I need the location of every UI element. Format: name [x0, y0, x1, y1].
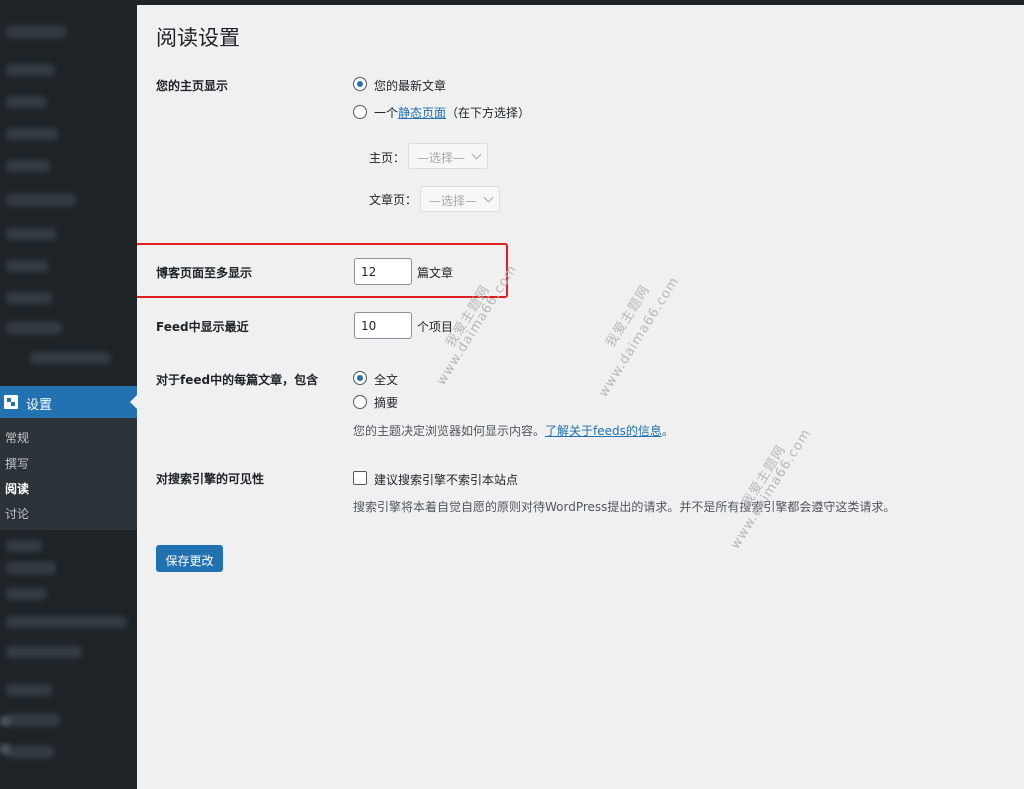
submenu-general[interactable]: 常规 [5, 429, 29, 446]
blurred-menu-item[interactable] [6, 228, 56, 240]
blurred-menu-icon [0, 716, 10, 726]
front-page-select[interactable]: —选择— [408, 143, 488, 169]
radio-summary-label[interactable]: 摘要 [374, 394, 398, 411]
blurred-menu-icon [0, 744, 10, 754]
posts-per-page-input[interactable]: 12 [354, 258, 412, 285]
menu-settings-label: 设置 [26, 398, 53, 413]
feed-desc-suffix: 。 [661, 424, 674, 438]
feed-count-input[interactable]: 10 [354, 312, 412, 339]
search-visibility-label: 对搜索引擎的可见性 [156, 472, 265, 486]
watermark-url: www.daima66.com [728, 426, 815, 552]
blurred-menu-item[interactable] [6, 322, 62, 334]
settings-submenu: 常规 撰写 阅读 讨论 [0, 418, 137, 530]
radio-static-page-label[interactable]: 一个静态页面（在下方选择） [374, 104, 530, 121]
feeds-info-link[interactable]: 了解关于feeds的信息 [545, 424, 662, 438]
blurred-menu-item[interactable] [6, 646, 82, 658]
save-changes-button[interactable]: 保存更改 [156, 545, 223, 572]
feed-count-unit: 个项目 [417, 320, 454, 334]
blurred-menu-item[interactable] [6, 194, 76, 206]
posts-page-select-value: —选择— [429, 194, 478, 208]
submenu-discussion[interactable]: 讨论 [5, 505, 29, 522]
blurred-menu-item[interactable] [6, 260, 48, 272]
feed-content-description: 您的主题决定浏览器如何显示内容。了解关于feeds的信息。 [353, 422, 674, 439]
feed-count-label: Feed中显示最近 [156, 320, 249, 334]
current-menu-arrow [130, 394, 137, 410]
homepage-display-label: 您的主页显示 [156, 79, 229, 93]
static-suffix: （在下方选择） [446, 106, 531, 120]
blurred-menu-item[interactable] [6, 64, 54, 76]
chevron-down-icon [483, 192, 494, 203]
discourage-search-checkbox[interactable] [353, 471, 367, 485]
posts-per-page-unit: 篇文章 [417, 266, 454, 280]
submenu-writing[interactable]: 撰写 [5, 455, 29, 472]
page-title: 阅读设置 [156, 26, 240, 50]
radio-static-page[interactable] [353, 105, 367, 119]
search-visibility-description: 搜索引擎将本着自觉自愿的原则对待WordPress提出的请求。并不是所有搜索引擎… [353, 500, 896, 514]
radio-full-text-label[interactable]: 全文 [374, 371, 398, 388]
blurred-menu-item[interactable] [6, 616, 126, 628]
front-page-select-value: —选择— [417, 151, 466, 165]
watermark-text: 我爱主题网 [603, 282, 654, 351]
static-prefix: 一个 [374, 106, 399, 120]
radio-latest-posts[interactable] [353, 77, 367, 91]
radio-summary[interactable] [353, 395, 367, 409]
feed-content-label: 对于feed中的每篇文章，包含 [156, 373, 319, 387]
posts-per-page-label: 博客页面至多显示 [156, 266, 253, 280]
blurred-menu-item[interactable] [6, 562, 56, 574]
blurred-menu-item[interactable] [6, 714, 60, 726]
blurred-menu-item[interactable] [6, 96, 46, 108]
blurred-menu-item[interactable] [6, 26, 66, 38]
blurred-menu-item[interactable] [6, 128, 58, 140]
blurred-menu-item[interactable] [6, 292, 52, 304]
admin-top-bar [0, 0, 1024, 5]
watermark-url: www.daima66.com [596, 274, 683, 400]
blurred-menu-item[interactable] [6, 746, 54, 758]
static-page-link[interactable]: 静态页面 [398, 106, 446, 120]
settings-icon [4, 395, 18, 409]
blurred-menu-item[interactable] [6, 684, 52, 696]
chevron-down-icon [471, 149, 482, 160]
submenu-reading[interactable]: 阅读 [5, 480, 29, 497]
menu-settings[interactable]: 设置 [0, 386, 137, 418]
blurred-menu-item[interactable] [6, 588, 46, 600]
discourage-search-label[interactable]: 建议搜索引擎不索引本站点 [374, 471, 518, 488]
front-page-label: 主页： [369, 151, 406, 165]
blurred-menu-item[interactable] [6, 540, 42, 552]
admin-sidebar: 设置 常规 撰写 阅读 讨论 [0, 0, 137, 789]
radio-full-text[interactable] [353, 371, 367, 385]
feed-desc-text: 您的主题决定浏览器如何显示内容。 [353, 424, 546, 438]
posts-page-select[interactable]: —选择— [420, 186, 500, 212]
radio-latest-posts-label[interactable]: 您的最新文章 [374, 77, 446, 94]
blurred-menu-item[interactable] [30, 352, 110, 364]
blurred-menu-item[interactable] [6, 160, 50, 172]
posts-page-label: 文章页： [369, 193, 418, 207]
